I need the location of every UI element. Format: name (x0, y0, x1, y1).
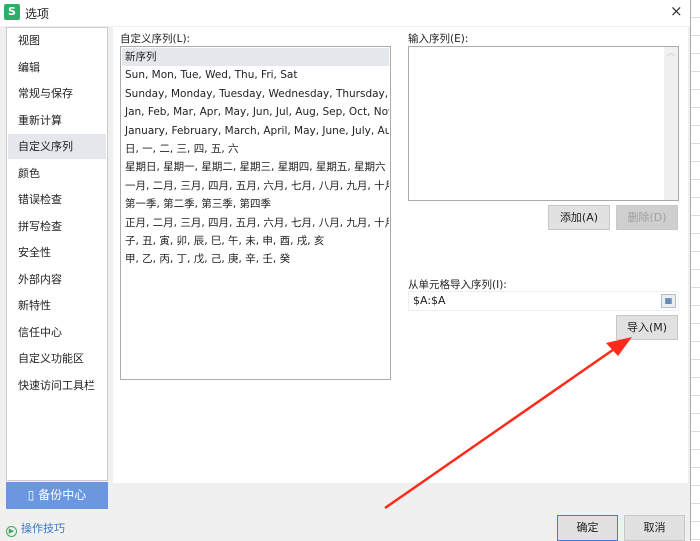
list-item[interactable]: Sun, Mon, Tue, Wed, Thu, Fri, Sat (122, 66, 389, 84)
sidebar-item[interactable]: 快速访问工具栏 (8, 373, 106, 398)
list-item[interactable]: January, February, March, April, May, Ju… (122, 122, 389, 140)
sidebar-item[interactable]: 视图 (8, 28, 106, 53)
entries-textarea[interactable]: ︿ (408, 46, 679, 201)
list-item[interactable]: 正月, 二月, 三月, 四月, 五月, 六月, 七月, 八月, 九月, 十月, … (122, 214, 389, 232)
list-item[interactable]: Sunday, Monday, Tuesday, Wednesday, Thur… (122, 85, 389, 103)
title-bar: S 选项 × (0, 0, 690, 26)
sidebar-item[interactable]: 外部内容 (8, 267, 106, 292)
sidebar-item[interactable]: 新特性 (8, 293, 106, 318)
ok-button[interactable]: 确定 (557, 515, 618, 541)
tips-link[interactable]: ▶ 操作技巧 (6, 520, 65, 537)
sidebar-item[interactable]: 颜色 (8, 161, 106, 186)
custom-lists-label: 自定义序列(L): (120, 33, 191, 45)
import-button[interactable]: 导入(M) (616, 315, 678, 340)
list-item[interactable]: 日, 一, 二, 三, 四, 五, 六 (122, 140, 389, 158)
sidebar-item[interactable]: 拼写检查 (8, 214, 106, 239)
sidebar-item[interactable]: 常规与保存 (8, 81, 106, 106)
chevron-up-icon[interactable]: ︿ (667, 48, 675, 57)
window-title: 选项 (25, 7, 50, 21)
range-picker-icon[interactable]: ▦ (661, 294, 676, 308)
list-item[interactable]: 新序列 (122, 48, 389, 66)
close-icon[interactable]: × (670, 2, 683, 20)
list-item[interactable]: 子, 丑, 寅, 卯, 辰, 巳, 午, 未, 申, 酉, 戌, 亥 (122, 232, 389, 250)
list-item[interactable]: 星期日, 星期一, 星期二, 星期三, 星期四, 星期五, 星期六 (122, 158, 389, 176)
background-spreadsheet (690, 0, 700, 541)
sidebar-item[interactable]: 错误检查 (8, 187, 106, 212)
app-logo-icon: S (4, 4, 20, 20)
import-range-value: $A:$A (413, 294, 446, 307)
backup-center-button[interactable]: ▯ 备份中心 (6, 482, 108, 509)
backup-icon: ▯ (27, 488, 39, 502)
sidebar-item[interactable]: 自定义序列 (8, 134, 106, 159)
sidebar-item[interactable]: 安全性 (8, 240, 106, 265)
backup-label: 备份中心 (38, 488, 87, 502)
list-item[interactable]: Jan, Feb, Mar, Apr, May, Jun, Jul, Aug, … (122, 103, 389, 121)
list-item[interactable]: 第一季, 第二季, 第三季, 第四季 (122, 195, 389, 213)
import-from-label: 从单元格导入序列(I): (408, 279, 507, 291)
import-range-field[interactable]: $A:$A ▦ (408, 291, 679, 311)
cancel-button[interactable]: 取消 (624, 515, 685, 541)
sidebar-item[interactable]: 信任中心 (8, 320, 106, 345)
delete-button[interactable]: 删除(D) (616, 205, 678, 230)
add-button[interactable]: 添加(A) (548, 205, 610, 230)
list-item[interactable]: 一月, 二月, 三月, 四月, 五月, 六月, 七月, 八月, 九月, 十月, … (122, 177, 389, 195)
sidebar-item[interactable]: 自定义功能区 (8, 346, 106, 371)
entries-label: 输入序列(E): (408, 33, 469, 45)
custom-lists-listbox[interactable]: 新序列 Sun, Mon, Tue, Wed, Thu, Fri, Sat Sund… (120, 46, 391, 380)
play-icon: ▶ (6, 526, 17, 537)
scrollbar[interactable]: ︿ (664, 47, 678, 200)
sidebar-item[interactable]: 编辑 (8, 55, 106, 80)
sidebar-item[interactable]: 重新计算 (8, 108, 106, 133)
tips-label: 操作技巧 (21, 522, 65, 535)
sidebar: 视图 编辑 常规与保存 重新计算 自定义序列 颜色 错误检查 拼写检查 安全性 外部内容 新特性 信任… (6, 27, 108, 481)
list-item[interactable]: 甲, 乙, 丙, 丁, 戊, 己, 庚, 辛, 壬, 癸 (122, 250, 389, 268)
